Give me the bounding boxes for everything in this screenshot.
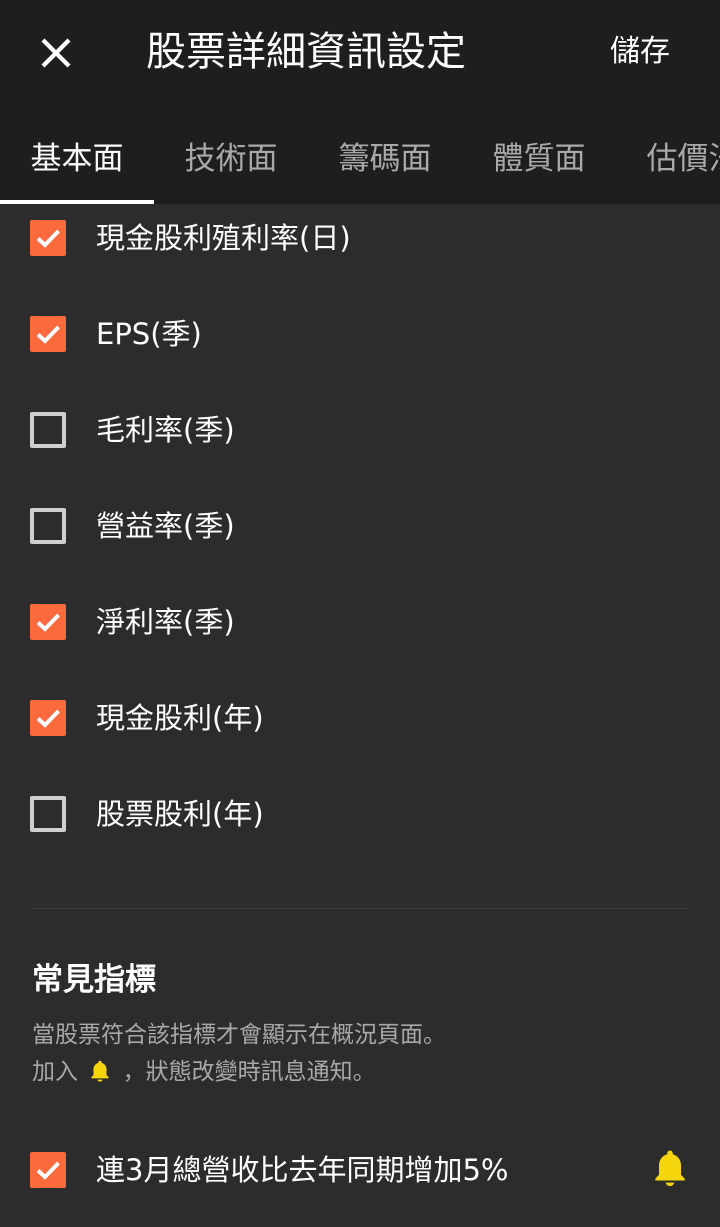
checkbox[interactable] [30,700,66,736]
metric-operating-margin[interactable]: 營益率(季) [0,478,720,574]
checkmark-icon [36,1161,60,1180]
indicators-section-title: 常見指標 [32,962,156,998]
section-divider [32,908,688,909]
checkmark-icon [36,709,60,728]
checkbox[interactable] [30,220,66,256]
metric-net-margin[interactable]: 淨利率(季) [0,574,720,670]
bell-icon [655,1150,685,1187]
checkmark-icon [36,229,60,248]
checkbox[interactable] [30,316,66,352]
desc-suffix: ，狀態改變時訊息通知。 [122,1059,376,1085]
checkbox[interactable] [30,1152,66,1188]
checkbox[interactable] [30,796,66,832]
metric-label: 淨利率(季) [96,605,235,639]
page-title: 股票詳細資訊設定 [146,29,466,75]
metric-cash-dividend-yield[interactable]: 現金股利殖利率(日) [0,190,720,286]
save-button[interactable]: 儲存 [610,30,670,74]
metric-label: 股票股利(年) [96,797,264,831]
checkbox[interactable] [30,412,66,448]
close-icon [41,38,71,68]
settings-screen: 股票詳細資訊設定 儲存 基本面 技術面 籌碼面 體質面 估價法 現金股利殖利率(… [0,0,720,1227]
checkbox[interactable] [30,508,66,544]
metric-gross-margin[interactable]: 毛利率(季) [0,382,720,478]
bell-icon [91,1060,109,1082]
checkmark-icon [36,613,60,632]
close-button[interactable] [24,26,88,80]
metric-stock-dividend[interactable]: 股票股利(年) [0,766,720,862]
metric-label: EPS(季) [96,317,202,351]
top-bar: 股票詳細資訊設定 儲存 [0,0,720,106]
alert-toggle-button[interactable] [648,1146,692,1190]
metric-label: 毛利率(季) [96,413,235,447]
metric-label: 現金股利殖利率(日) [96,221,351,255]
indicator-revenue-growth[interactable]: 連3月總營收比去年同期增加5% [0,1122,720,1218]
metric-cash-dividend[interactable]: 現金股利(年) [0,670,720,766]
metric-eps[interactable]: EPS(季) [0,286,720,382]
indicators-description-line1: 當股票符合該指標才會顯示在概況頁面。 [32,1022,446,1048]
metric-label: 營益率(季) [96,509,235,543]
metric-label: 現金股利(年) [96,701,264,735]
checkbox[interactable] [30,604,66,640]
indicators-description-line2: 加入 ，狀態改變時訊息通知。 [32,1054,376,1090]
checkmark-icon [36,325,60,344]
indicator-label: 連3月總營收比去年同期增加5% [96,1153,509,1187]
desc-prefix: 加入 [32,1059,78,1085]
